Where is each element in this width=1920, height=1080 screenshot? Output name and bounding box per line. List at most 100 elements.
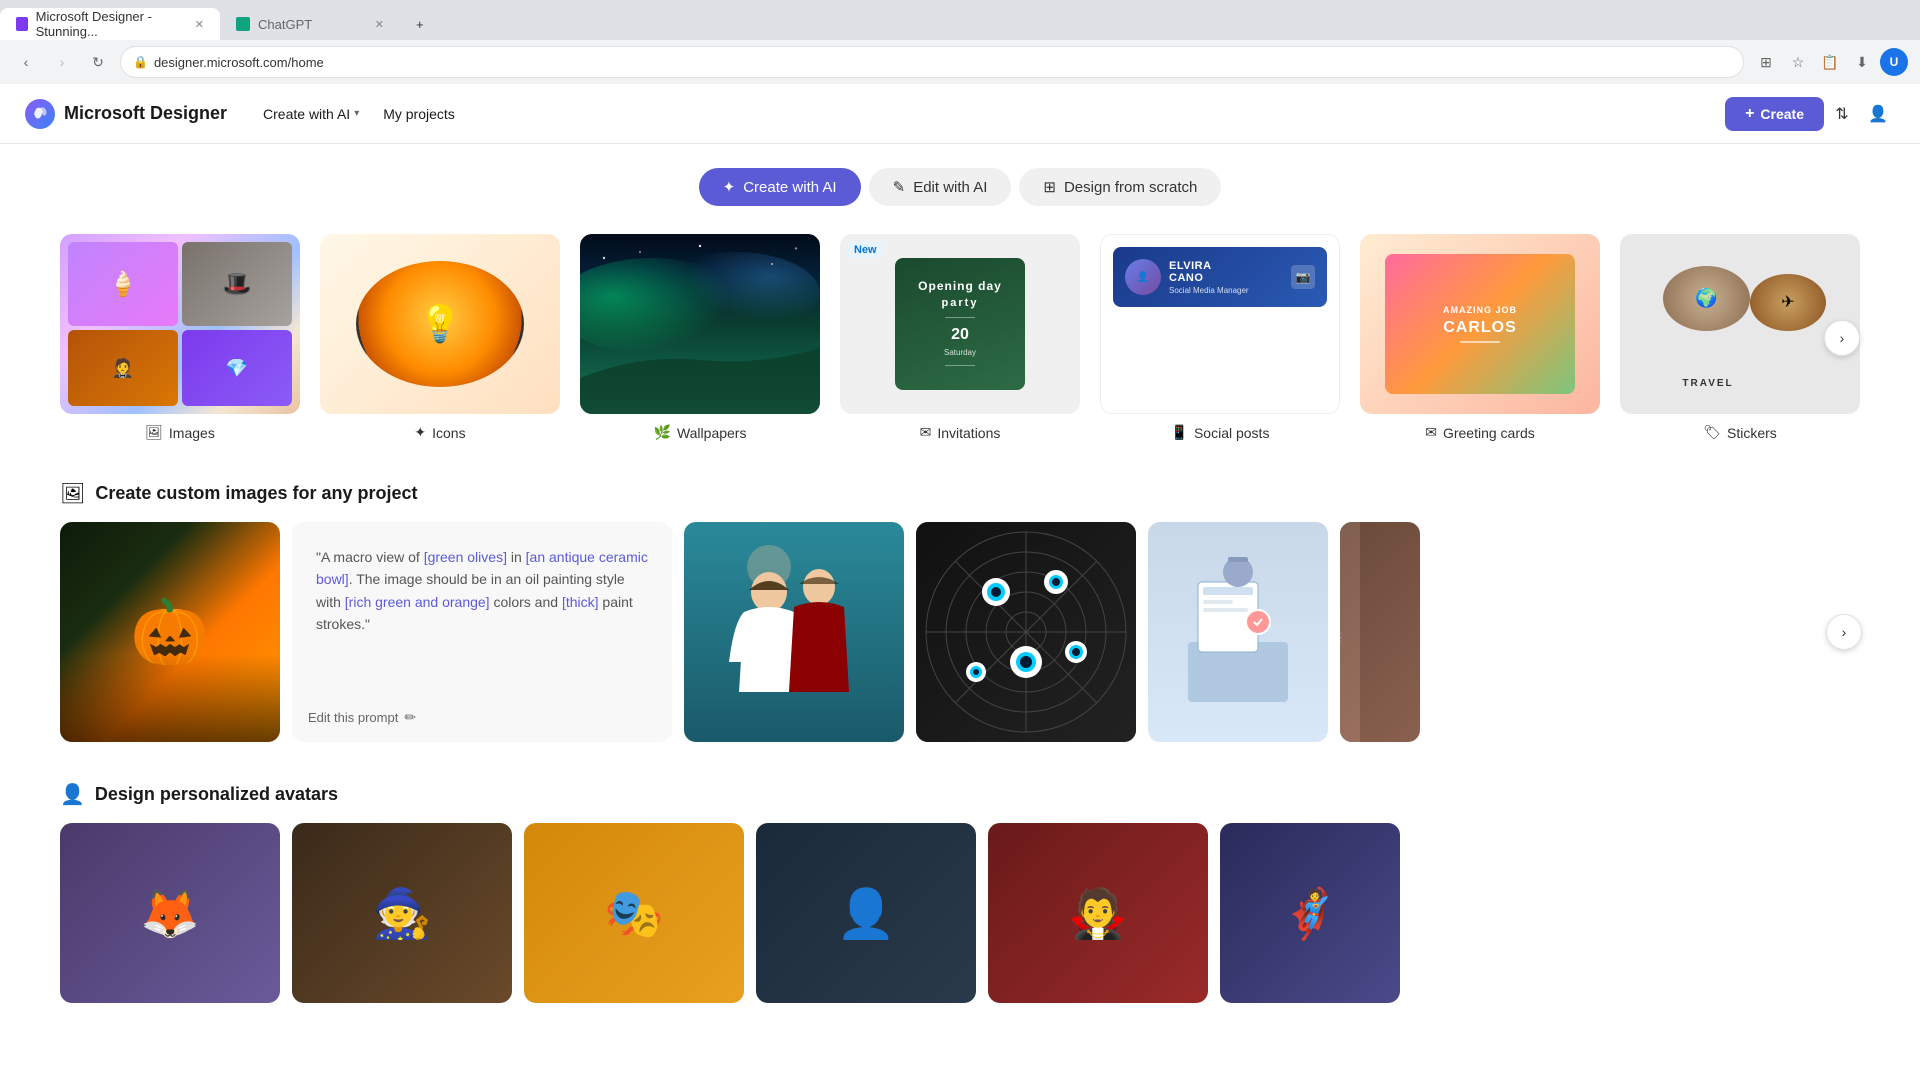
- avatar-1[interactable]: 🦊: [60, 823, 280, 1003]
- category-social[interactable]: 👤 ELVIRA CANO Social Media Manager 📷 📱: [1100, 234, 1340, 441]
- reload-button[interactable]: ↻: [84, 48, 112, 76]
- edit-tab-label: Edit with AI: [913, 179, 987, 196]
- active-tab[interactable]: Microsoft Designer - Stunning... ✕: [0, 8, 220, 40]
- prompt-thick: [thick]: [562, 594, 599, 610]
- create-tab-label: Create with AI: [743, 179, 836, 196]
- app-logo[interactable]: Microsoft Designer: [24, 98, 227, 130]
- create-label: Create: [1760, 106, 1804, 122]
- avatar-6[interactable]: 🦸: [1220, 823, 1400, 1003]
- design-from-scratch-tab[interactable]: ⊞ Design from scratch: [1019, 168, 1221, 206]
- address-bar[interactable]: 🔒 designer.microsoft.com/home: [120, 46, 1744, 78]
- tab-favicon: [16, 17, 28, 31]
- images-icon: 🖼: [145, 424, 163, 441]
- invitations-label: ✉ Invitations: [920, 424, 1001, 441]
- category-invitations[interactable]: New Opening day party 20 Saturday ✉: [840, 234, 1080, 441]
- stickers-thumb: 🌍 ✈ TRAVEL: [1620, 234, 1860, 414]
- gallery-next-button[interactable]: ›: [1826, 614, 1862, 650]
- my-projects-label: My projects: [383, 106, 455, 122]
- edit-with-ai-tab[interactable]: ✎ Edit with AI: [869, 168, 1012, 206]
- create-with-ai-label: Create with AI: [263, 106, 350, 122]
- create-button[interactable]: + Create: [1725, 97, 1824, 131]
- avatars-section-icon: 👤: [60, 782, 85, 807]
- category-images[interactable]: 🍦 🎩 🤵 💎 🖼 Images: [60, 234, 300, 441]
- create-with-ai-nav[interactable]: Create with AI ▾: [251, 100, 371, 128]
- edit-tab-icon: ✎: [893, 178, 906, 196]
- social-icon: 📱: [1171, 424, 1188, 441]
- wallpapers-label: 🌿 Wallpapers: [654, 424, 747, 441]
- avatar-2[interactable]: 🧙: [292, 823, 512, 1003]
- section-header: 🖼 Create custom images for any project: [60, 481, 1860, 506]
- new-tab-icon: +: [416, 17, 424, 32]
- chatgpt-tab-close-icon[interactable]: ✕: [375, 18, 384, 31]
- pumpkin-gallery-item[interactable]: 🎃: [60, 522, 280, 742]
- wallpapers-thumb: [580, 234, 820, 414]
- custom-images-title: Create custom images for any project: [95, 483, 417, 504]
- category-wallpapers[interactable]: 🌿 Wallpapers: [580, 234, 820, 441]
- edit-prompt-button[interactable]: Edit this prompt ✏: [308, 709, 416, 726]
- icons-icon: ✦: [414, 424, 426, 441]
- invitations-text: Invitations: [937, 425, 1000, 441]
- category-next-button[interactable]: ›: [1824, 320, 1860, 356]
- back-button[interactable]: ‹: [12, 48, 40, 76]
- wallpapers-text: Wallpapers: [677, 425, 747, 441]
- avatars-section: 👤 Design personalized avatars 🦊 🧙 🎭 👤 🧛 …: [60, 782, 1860, 1003]
- create-with-ai-tab[interactable]: ✦ Create with AI: [699, 168, 861, 206]
- dropdown-chevron-icon: ▾: [354, 108, 359, 119]
- prompt-text-2: in: [507, 549, 526, 565]
- app-header: Microsoft Designer Create with AI ▾ My p…: [0, 84, 1920, 144]
- invitations-icon: ✉: [920, 424, 932, 441]
- custom-images-icon: 🖼: [60, 481, 85, 506]
- icons-text: Icons: [432, 425, 465, 441]
- custom-images-gallery: 🎃 "A macro view of [green olives] in [an…: [60, 522, 1860, 742]
- inactive-tab[interactable]: ChatGPT ✕: [220, 8, 400, 40]
- edit-prompt-label: Edit this prompt: [308, 710, 398, 725]
- prompt-rich-green: [rich green and orange]: [345, 594, 490, 610]
- avatars-header: 👤 Design personalized avatars: [60, 782, 1860, 807]
- forward-button[interactable]: ›: [48, 48, 76, 76]
- lock-icon: 🔒: [133, 55, 148, 69]
- prompt-green-olives: [green olives]: [424, 549, 507, 565]
- collections-button[interactable]: 📋: [1816, 48, 1844, 76]
- downloads-button[interactable]: ⬇: [1848, 48, 1876, 76]
- avatars-title: Design personalized avatars: [95, 784, 338, 805]
- images-thumb: 🍦 🎩 🤵 💎: [60, 234, 300, 414]
- browser-tabs: Microsoft Designer - Stunning... ✕ ChatG…: [0, 0, 1920, 40]
- browser-toolbar: ‹ › ↻ 🔒 designer.microsoft.com/home ⊞ ☆ …: [0, 40, 1920, 84]
- icons-label: ✦ Icons: [414, 424, 465, 441]
- greeting-text: Greeting cards: [1443, 425, 1535, 441]
- social-text: Social posts: [1194, 425, 1269, 441]
- prompt-text-4: colors and: [490, 594, 562, 610]
- avatar-4[interactable]: 👤: [756, 823, 976, 1003]
- stickers-icon: 🏷: [1703, 424, 1721, 441]
- extensions-button[interactable]: ⊞: [1752, 48, 1780, 76]
- couple-gallery-item[interactable]: [684, 522, 904, 742]
- avatar-5[interactable]: 🧛: [988, 823, 1208, 1003]
- avatar-3[interactable]: 🎭: [524, 823, 744, 1003]
- new-tab-button[interactable]: +: [400, 8, 580, 40]
- spider-gallery-item[interactable]: [916, 522, 1136, 742]
- category-row-wrapper: 🍦 🎩 🤵 💎 🖼 Images 💡: [60, 234, 1860, 441]
- profile-button[interactable]: U: [1880, 48, 1908, 76]
- stickers-label: 🏷 Stickers: [1703, 424, 1777, 441]
- account-button[interactable]: 👤: [1860, 96, 1896, 132]
- partial-gallery-item[interactable]: 🐱: [1340, 522, 1420, 742]
- my-projects-nav[interactable]: My projects: [371, 100, 467, 128]
- design-tab-label: Design from scratch: [1064, 179, 1197, 196]
- tab-close-icon[interactable]: ✕: [195, 18, 204, 31]
- icons-thumb: 💡: [320, 234, 560, 414]
- prompt-card[interactable]: "A macro view of [green olives] in [an a…: [292, 522, 672, 742]
- desk-gallery-item[interactable]: [1148, 522, 1328, 742]
- share-button[interactable]: ⇅: [1824, 96, 1860, 132]
- create-tab-icon: ✦: [723, 178, 736, 196]
- chatgpt-favicon: [236, 17, 250, 31]
- category-icons[interactable]: 💡 ✦ Icons: [320, 234, 560, 441]
- gallery-inner: 🎃 "A macro view of [green olives] in [an…: [60, 522, 1860, 742]
- greeting-icon: ✉: [1425, 424, 1437, 441]
- greeting-label: ✉ Greeting cards: [1425, 424, 1535, 441]
- category-grid: 🍦 🎩 🤵 💎 🖼 Images 💡: [60, 234, 1860, 441]
- category-greeting[interactable]: Amazing job CARLOS ✉ Greeting cards: [1360, 234, 1600, 441]
- main-tab-bar: ✦ Create with AI ✎ Edit with AI ⊞ Design…: [60, 168, 1860, 206]
- prompt-content: "A macro view of [green olives] in [an a…: [316, 546, 648, 636]
- favorites-button[interactable]: ☆: [1784, 48, 1812, 76]
- design-tab-icon: ⊞: [1043, 178, 1056, 196]
